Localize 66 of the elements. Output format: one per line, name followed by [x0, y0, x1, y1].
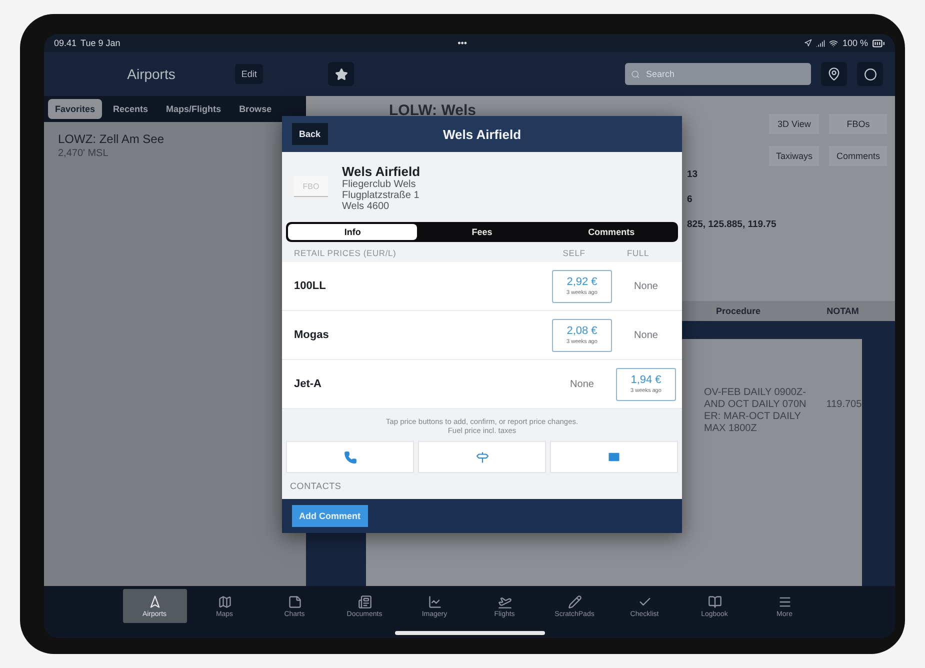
airport-tab-button[interactable]: FBOs [829, 114, 887, 134]
newspaper-icon [358, 594, 372, 608]
map-icon [218, 594, 232, 608]
segment-tab[interactable]: Comments [546, 224, 676, 240]
plane-icon [498, 594, 512, 608]
section-tab[interactable]: Procedure [686, 301, 790, 321]
section-tab[interactable]: NOTAM [790, 301, 895, 321]
address-line: Wels 4600 [342, 201, 390, 212]
airport-tab-button[interactable]: Taxiways [768, 146, 820, 166]
edit-button[interactable]: Edit [235, 64, 263, 84]
menu-icon [778, 594, 792, 608]
book-icon [708, 594, 722, 608]
notes-line: MAX 1800Z [704, 423, 758, 435]
airport-elevation: 2,470' MSL [58, 148, 110, 159]
fuel-name: Jet-A [294, 378, 323, 390]
address-line: Flugplatzstraße 1 [342, 190, 420, 201]
frequency: 119.705 [826, 399, 862, 410]
panel-title: Airports [127, 66, 176, 82]
airport-tab-button[interactable]: Comments [829, 146, 887, 166]
battery-icon [872, 36, 885, 50]
note-icon [288, 594, 302, 608]
wifi-icon [829, 38, 838, 48]
fuel-name: 100LL [294, 280, 327, 292]
segment-tab[interactable]: Info [288, 224, 418, 240]
column-header: FULL [626, 248, 650, 258]
status-dots: ••• [458, 38, 468, 48]
section-header: RETAIL PRICES (EUR/L) [294, 248, 398, 258]
fuel-name: Mogas [294, 329, 330, 341]
search-field[interactable]: Search [625, 63, 811, 85]
airport-title: LOLW: Wels [389, 102, 477, 119]
pin-icon[interactable] [821, 62, 847, 86]
segment-tab[interactable]: Favorites [48, 99, 102, 119]
segment-tab[interactable]: Browse [232, 99, 279, 119]
notes-line: OV-FEB DAILY 0900Z- [704, 387, 806, 399]
status-time: 09.41 [54, 38, 77, 48]
notes-line: AND OCT DAILY 070N [704, 399, 806, 411]
search-input[interactable]: Search [644, 68, 805, 80]
signal-icon [816, 38, 826, 48]
airport-info: 6 [687, 194, 692, 205]
fbo-name: Wels Airfield [342, 164, 420, 179]
no-price: None [570, 378, 594, 390]
no-price: None [634, 280, 658, 292]
airport-info: 13 [687, 169, 698, 180]
notes-line: ER: MAR-OCT DAILY [704, 411, 802, 423]
segment-tab[interactable]: Maps/Flights [159, 99, 228, 119]
chart-icon [428, 594, 442, 608]
price-value: 2,92 € [566, 276, 598, 288]
search-icon [631, 70, 640, 78]
price-value: 1,94 € [630, 374, 662, 386]
column-header: SELF [562, 248, 586, 258]
navigation-icon [148, 594, 162, 608]
address-line: Fliegerclub Wels [342, 179, 417, 190]
price-value: 2,08 € [566, 325, 598, 337]
segment-tab[interactable]: Fees [417, 224, 547, 240]
fbo-logo: FBO [294, 176, 328, 197]
location-icon [804, 39, 812, 47]
status-date: Tue 9 Jan [80, 38, 120, 48]
airport-info: 825, 125.885, 119.75 [687, 219, 776, 230]
dialog-title: Wels Airfield [442, 126, 522, 142]
battery-percent: 100 % [842, 38, 868, 48]
pencil-icon [568, 594, 582, 608]
back-button[interactable]: Back [292, 123, 328, 145]
no-price: None [634, 330, 658, 340]
contacts-header: CONTACTS [289, 480, 342, 493]
airport-tab-button[interactable]: 3D View [768, 114, 820, 134]
segment-tab[interactable]: Recents [106, 99, 156, 119]
